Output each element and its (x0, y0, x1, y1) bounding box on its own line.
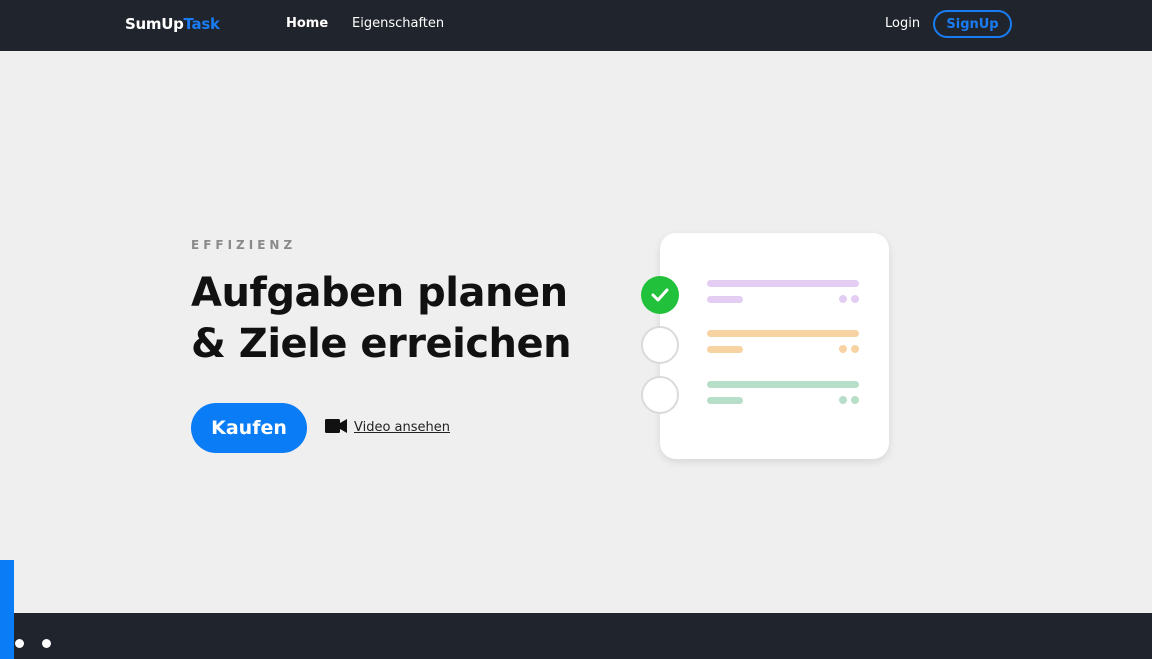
video-link-label: Video ansehen (354, 419, 451, 435)
logo-primary-text: SumUp (125, 15, 184, 33)
task-dot (839, 396, 847, 404)
task-checkbox-open (641, 376, 679, 414)
hero-section: EFFIZIENZ Aufgaben planen & Ziele erreic… (191, 238, 591, 370)
nav-link-features[interactable]: Eigenschaften (352, 16, 444, 31)
headline-line-2: & Ziele erreichen (191, 321, 572, 367)
task-line-title (707, 280, 859, 287)
task-dot (851, 295, 859, 303)
task-line-title (707, 381, 859, 388)
task-dot (851, 396, 859, 404)
carousel-dot[interactable] (42, 639, 51, 648)
task-dot (839, 295, 847, 303)
task-line-meta (707, 397, 743, 404)
hero-headline: Aufgaben planen & Ziele erreichen (191, 268, 611, 370)
hero-actions: Kaufen Video ansehen (191, 403, 450, 453)
task-line-meta (707, 346, 743, 353)
next-section-band (14, 613, 1152, 659)
logo-accent-text: Task (183, 15, 220, 33)
nav-link-home[interactable]: Home (286, 16, 328, 31)
watch-video-link[interactable]: Video ansehen (325, 418, 450, 437)
task-checkbox-completed (641, 276, 679, 314)
top-navbar: SumUpTask Home Eigenschaften Login SignU… (0, 0, 1152, 51)
hero-eyebrow: EFFIZIENZ (191, 238, 297, 252)
headline-line-1: Aufgaben planen (191, 270, 568, 316)
task-dot (839, 345, 847, 353)
buy-button[interactable]: Kaufen (191, 403, 307, 453)
signup-button[interactable]: SignUp (933, 10, 1012, 38)
task-line-meta (707, 296, 743, 303)
login-link[interactable]: Login (885, 16, 920, 31)
video-camera-icon (325, 418, 347, 437)
side-accent-strip (0, 560, 14, 659)
carousel-dot[interactable] (15, 639, 24, 648)
task-line-title (707, 330, 859, 337)
checkmark-icon (651, 288, 669, 302)
brand-logo[interactable]: SumUpTask (125, 15, 220, 33)
task-checkbox-open (641, 326, 679, 364)
task-dot (851, 345, 859, 353)
